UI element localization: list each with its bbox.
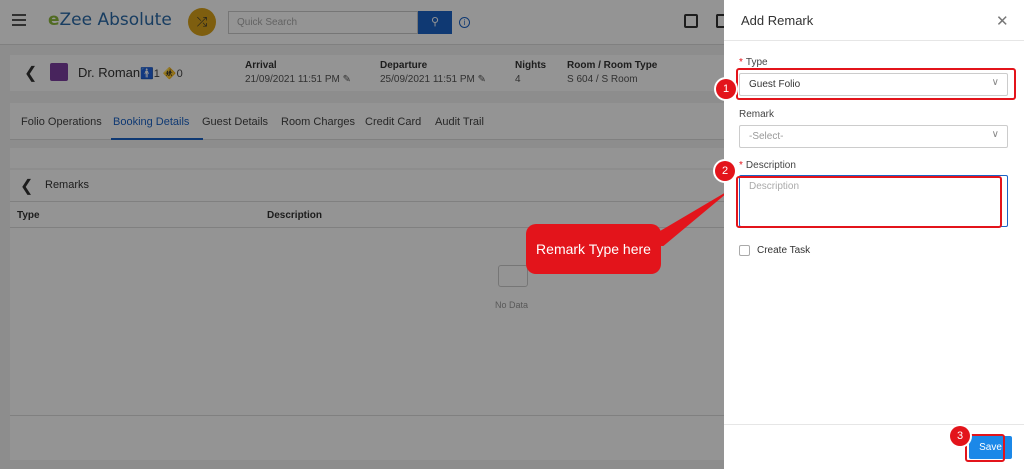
highlight-type-select (736, 68, 1016, 100)
divider (724, 424, 1024, 425)
step-marker-3: 3 (950, 426, 970, 446)
annotation-callout: Remark Type here (526, 224, 661, 274)
chevron-down-icon: ∨ (991, 129, 999, 140)
remark-select[interactable]: -Select- ∨ (739, 125, 1008, 148)
highlight-save-button (965, 434, 1005, 462)
create-task-checkbox[interactable] (739, 245, 750, 256)
step-marker-2: 2 (715, 161, 735, 181)
type-label: * Type (739, 57, 768, 68)
close-icon[interactable]: ✕ (996, 12, 1009, 30)
step-marker-1: 1 (716, 79, 736, 99)
divider (724, 40, 1024, 41)
remark-label: Remark (739, 109, 775, 120)
highlight-description (736, 176, 1002, 228)
description-label: * Description (739, 160, 796, 171)
callout-pointer (655, 188, 733, 246)
create-task-label: Create Task (757, 245, 811, 256)
drawer-title: Add Remark (741, 13, 814, 28)
